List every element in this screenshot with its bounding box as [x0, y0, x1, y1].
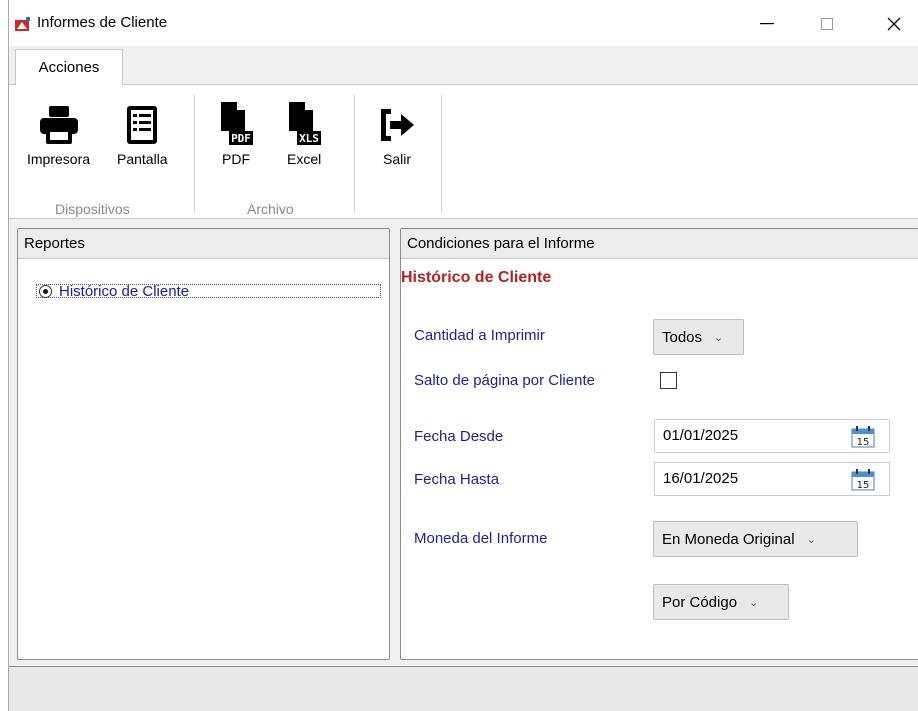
reports-panel-header: Reportes	[18, 229, 389, 259]
ribbon-separator	[441, 95, 442, 213]
maximize-icon	[821, 18, 833, 30]
screen-label: Pantalla	[117, 151, 168, 167]
calendar-day: 15	[857, 480, 870, 491]
tab-acciones[interactable]: Acciones	[15, 49, 123, 85]
moneda-select[interactable]: En Moneda Original ⌄	[653, 521, 858, 557]
calendar-icon[interactable]: 15	[851, 426, 875, 448]
moneda-label: Moneda del Informe	[414, 530, 548, 547]
excel-button[interactable]: XLS Excel	[287, 101, 321, 167]
moneda-value: En Moneda Original	[662, 530, 795, 548]
salto-label: Salto de página por Cliente	[414, 372, 595, 389]
pdf-badge: PDF	[231, 132, 251, 145]
xls-file-icon: XLS	[289, 102, 322, 145]
exit-icon	[381, 109, 414, 141]
fecha-hasta-value: 16/01/2025	[663, 470, 739, 487]
group-label-devices: Dispositivos	[55, 201, 130, 217]
xls-badge: XLS	[299, 132, 319, 145]
pdf-label: PDF	[222, 151, 250, 167]
pdf-button[interactable]: PDF PDF	[219, 101, 253, 167]
radio-button-selected[interactable]	[39, 285, 52, 298]
fecha-desde-value: 01/01/2025	[663, 427, 739, 444]
status-bar	[9, 666, 918, 711]
fecha-desde-input[interactable]: 01/01/2025 15	[654, 419, 890, 453]
fecha-desde-label: Fecha Desde	[414, 428, 504, 445]
chevron-down-icon: ⌄	[806, 533, 816, 546]
pdf-file-icon: PDF	[221, 102, 253, 145]
report-window: Informes de Cliente Acciones Impresora P…	[8, 0, 918, 711]
calendar-icon[interactable]: 15	[851, 469, 875, 491]
window-title: Informes de Cliente	[37, 14, 168, 31]
document-list-icon	[127, 106, 158, 144]
calendar-day: 15	[857, 437, 870, 448]
cantidad-label: Cantidad a Imprimir	[414, 327, 545, 344]
chevron-down-icon: ⌄	[749, 596, 759, 609]
ribbon: Impresora Pantalla PDF PDF XLS Excel Sal…	[9, 84, 918, 219]
cantidad-value: Todos	[662, 328, 703, 346]
title-bar: Informes de Cliente	[9, 0, 918, 46]
close-button[interactable]	[871, 8, 917, 40]
orden-select[interactable]: Por Código ⌄	[653, 584, 789, 620]
printer-label: Impresora	[27, 151, 91, 167]
group-label-file: Archivo	[247, 201, 294, 217]
report-option-label: Histórico de Cliente	[59, 283, 190, 300]
fecha-hasta-label: Fecha Hasta	[414, 471, 500, 488]
printer-button[interactable]: Impresora	[27, 101, 90, 167]
ribbon-separator	[354, 95, 355, 213]
orden-value: Por Código	[662, 593, 738, 611]
reports-panel: Reportes Histórico de Cliente	[17, 228, 390, 660]
screen-button[interactable]: Pantalla	[117, 101, 168, 167]
close-icon	[887, 17, 901, 31]
minimize-icon	[760, 23, 774, 25]
app-icon	[15, 17, 30, 31]
tab-acciones-label: Acciones	[38, 59, 100, 76]
minimize-button[interactable]	[744, 8, 790, 40]
excel-label: Excel	[287, 151, 322, 167]
fecha-hasta-input[interactable]: 16/01/2025 15	[654, 462, 890, 496]
printer-icon	[39, 106, 78, 144]
report-title: Histórico de Cliente	[401, 269, 552, 286]
cantidad-select[interactable]: Todos ⌄	[653, 319, 744, 355]
chevron-down-icon: ⌄	[714, 331, 724, 344]
report-option-historico[interactable]: Histórico de Cliente	[36, 283, 381, 300]
conditions-panel: Condiciones para el Informe Histórico de…	[400, 228, 918, 660]
exit-button[interactable]: Salir	[377, 101, 417, 167]
exit-label: Salir	[382, 151, 411, 167]
salto-checkbox[interactable]	[660, 372, 677, 389]
conditions-panel-header: Condiciones para el Informe	[401, 229, 918, 259]
ribbon-separator	[194, 95, 195, 213]
maximize-button[interactable]	[804, 8, 850, 40]
